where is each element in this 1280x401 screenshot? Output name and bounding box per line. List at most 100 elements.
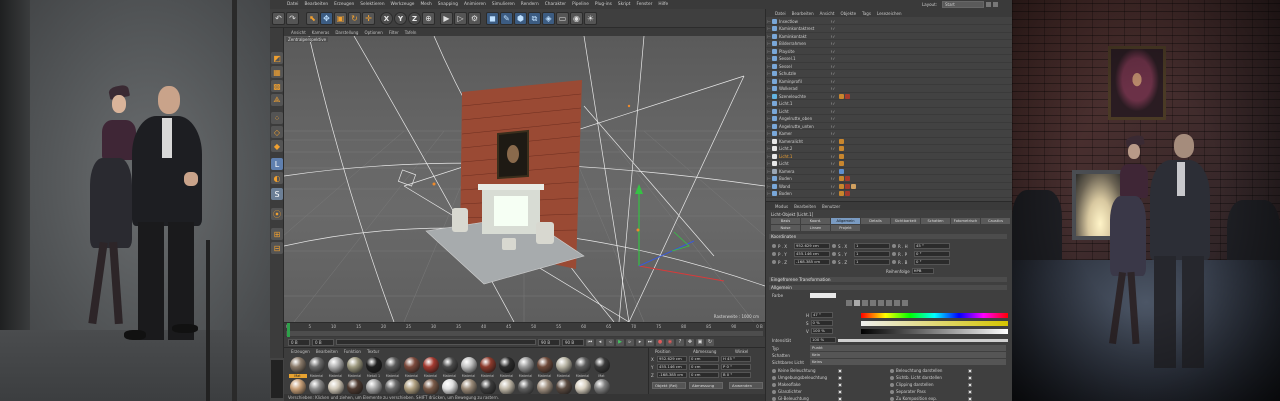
menu-item[interactable]: Pipeline [569,2,592,7]
animate-dot-icon[interactable] [832,244,836,248]
object-row[interactable]: ⊢ Licht.1 ⁞✓ [766,153,1012,160]
visibility-flags-icon[interactable]: ⁞✓ [831,86,836,91]
animate-dot-icon[interactable] [772,375,776,380]
menu-item[interactable]: Rendern [518,2,542,7]
position-x-field[interactable]: 952.629 cm [657,356,687,362]
tag-icon[interactable] [844,93,850,99]
scale-field[interactable]: 1 [854,259,890,265]
end-frame-field[interactable]: 90 B [538,338,560,346]
animate-dot-icon[interactable] [772,396,776,401]
tag-icon[interactable] [850,183,856,189]
size-z-field[interactable]: 0 cm [689,372,719,378]
object-row[interactable]: ⊢ Bilderrahmen ⁞✓ [766,41,1012,48]
workplane-icon[interactable]: ⟁ [271,94,283,106]
menu-item[interactable]: Animieren [461,2,489,7]
om-menu-item[interactable]: Datei [772,11,789,16]
make-editable-icon[interactable]: ◩ [271,52,283,64]
position-key-icon[interactable]: ✥ [686,338,694,346]
tag-icon[interactable] [838,153,844,159]
mixer-icon[interactable] [894,300,900,306]
rotation-h-field[interactable]: H 45 ° [721,356,751,362]
option-checkbox[interactable] [838,396,842,401]
image-picker-icon[interactable] [862,300,868,306]
visibility-flags-icon[interactable]: ⁞✓ [831,131,836,136]
record-icon[interactable]: ● [656,338,664,346]
visibility-flags-icon[interactable]: ⁞✓ [831,154,836,159]
kelvin-icon[interactable] [886,300,892,306]
animate-dot-icon[interactable] [832,260,836,264]
hue-field[interactable]: 47 ° [811,312,834,318]
rgb-icon[interactable] [870,300,876,306]
visibility-flags-icon[interactable]: ⁞✓ [831,169,836,174]
visibility-flags-icon[interactable]: ⁞✓ [831,109,836,114]
move-tool-icon[interactable]: ✥ [320,12,333,25]
saturation-field[interactable]: 0 % [810,320,833,326]
object-row[interactable]: ⊢ Licht ⁞✓ [766,108,1012,115]
object-name[interactable]: Sessel [779,64,831,69]
option-checkbox[interactable] [968,389,972,394]
animate-dot-icon[interactable] [772,368,776,373]
section-general[interactable]: Allgemein [769,285,1007,290]
apply-button[interactable]: Anwenden [729,382,763,389]
material-swatch[interactable]: Material [459,357,478,379]
z-axis-lock-button[interactable]: Z [408,12,421,25]
menu-item[interactable]: Werkzeuge [388,2,418,7]
attribute-tab[interactable]: Fotometrisch [951,218,980,224]
visibility-flags-icon[interactable]: ⁞✓ [831,19,836,24]
animate-dot-icon[interactable] [890,375,894,380]
object-row[interactable]: ⊢ Licht ⁞✓ [766,161,1012,168]
viewport-menu-item[interactable]: Ansicht [288,30,309,35]
viewport-menu-item[interactable]: Tafeln [402,30,420,35]
tag-icon[interactable] [844,176,850,181]
layout-dropdown[interactable]: Start [942,1,984,8]
menu-item[interactable]: Hilfe [655,2,671,7]
object-row[interactable]: ⊢ Boden ⁞✓ [766,176,1012,183]
visibility-flags-icon[interactable]: ⁞✓ [831,34,836,39]
keyframe-selection-icon[interactable]: ? [676,338,684,346]
hsv-icon[interactable] [878,300,884,306]
locked-workplane-icon[interactable]: ⊞ [271,228,283,240]
attribute-tab[interactable]: Caustics [981,218,1010,224]
object-row[interactable]: ⊢ Licht.1 ⁞✓ [766,101,1012,108]
goto-start-icon[interactable]: ⏮ [586,338,594,346]
next-key-icon[interactable]: ▸ [636,338,644,346]
start-frame-field[interactable]: 0 B [288,338,310,346]
visibility-flags-icon[interactable]: ⁞✓ [831,176,836,181]
spectrum-icon[interactable] [854,300,860,306]
tag-icon[interactable] [838,93,844,99]
position-field[interactable]: 455.146 cm [794,251,830,257]
maximize-icon[interactable] [986,2,991,7]
points-mode-icon[interactable]: ⁘ [271,112,283,124]
visibility-flags-icon[interactable]: ⁞✓ [831,161,836,166]
am-menu-item[interactable]: Bearbeiten [791,204,819,209]
menu-item[interactable]: Fenster [633,2,655,7]
tag-icon[interactable] [844,191,850,196]
object-name[interactable]: Kaminkontakt [779,34,831,39]
render-view-icon[interactable]: ▶ [440,12,453,25]
object-row[interactable]: ⊢ Insectlow ⁞✓ [766,18,1012,25]
current-frame-field[interactable]: 0 B [312,338,334,346]
object-row[interactable]: ⊢ Kamer ⁞✓ [766,131,1012,138]
material-swatch[interactable]: Material [383,357,402,379]
object-name[interactable]: Kameralicht [779,139,831,144]
visibility-flags-icon[interactable]: ⁞✓ [831,146,836,151]
material-swatch[interactable]: Material [421,357,440,379]
object-name[interactable]: Playsite [779,49,831,54]
option-checkbox[interactable] [838,368,842,373]
deformer-icon[interactable]: ◈ [542,12,555,25]
scale-field[interactable]: 1 [854,243,890,249]
menu-item[interactable]: Selektieren [357,2,387,7]
animate-dot-icon[interactable] [890,382,894,387]
visibility-flags-icon[interactable]: ⁞✓ [831,101,836,106]
attribute-tab[interactable]: Noise [771,225,800,231]
option-checkbox[interactable] [838,382,842,387]
menu-item[interactable]: Datei [284,2,301,7]
scale-key-icon[interactable]: ▣ [696,338,704,346]
visibility-flags-icon[interactable]: ⁞✓ [831,116,836,121]
material-swatch[interactable]: Material [554,357,573,379]
material-swatch[interactable]: Material [326,357,345,379]
object-row[interactable]: ⊢ Kameralicht ⁞✓ [766,138,1012,145]
om-menu-item[interactable]: Tags [859,11,874,16]
coord-size-mode-dropdown[interactable]: Abmessung [689,382,723,389]
render-picture-viewer-icon[interactable]: ▷ [454,12,467,25]
